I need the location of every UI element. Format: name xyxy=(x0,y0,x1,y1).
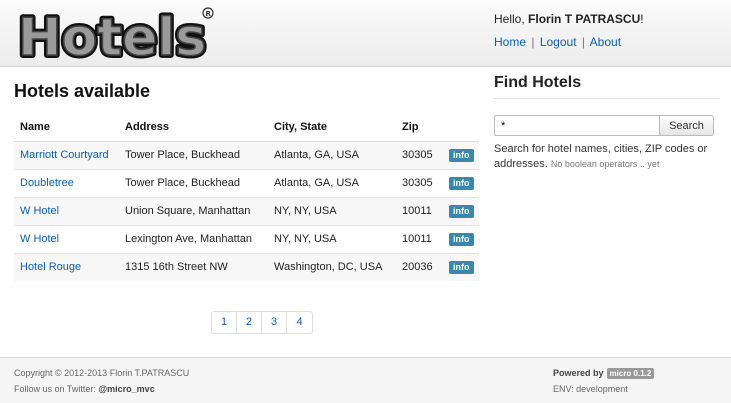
version-badge[interactable]: micro 0.1.2 xyxy=(606,368,655,379)
hotel-name-link[interactable]: Doubletree xyxy=(20,177,74,189)
nav-separator: | xyxy=(531,35,535,49)
greeting-suffix: ! xyxy=(640,12,644,26)
col-header-zip: Zip xyxy=(396,114,443,142)
page-title: Hotels available xyxy=(14,81,151,101)
info-button[interactable]: info xyxy=(449,260,474,274)
table-row: W Hotel Union Square, Manhattan NY, NY, … xyxy=(14,196,479,225)
twitter-follow: Follow us on Twitter: @micro_mvc xyxy=(14,384,155,394)
info-button[interactable]: info xyxy=(449,232,474,246)
nav-about-link[interactable]: About xyxy=(590,35,621,49)
search-button[interactable]: Search xyxy=(659,115,714,136)
svg-text:Hotels: Hotels xyxy=(18,8,206,62)
table-header-row: Name Address City, State Zip xyxy=(14,114,479,142)
hotel-zip: 30305 xyxy=(396,168,443,197)
nav-logout-link[interactable]: Logout xyxy=(540,35,577,49)
hotel-zip: 10011 xyxy=(396,224,443,253)
site-header: Hotels Hotels R Hello, Florin T PATRASCU… xyxy=(0,0,731,67)
copyright: Copyright © 2012-2013 Florin T.PATRASCU xyxy=(14,368,190,378)
hotel-address: 1315 16th Street NW xyxy=(119,252,268,281)
table-row: Hotel Rouge 1315 16th Street NW Washingt… xyxy=(14,252,479,281)
powered-by-label: Powered by xyxy=(553,368,604,378)
info-button[interactable]: info xyxy=(449,204,474,218)
col-header-address: Address xyxy=(119,114,268,142)
nav-separator: | xyxy=(581,35,585,49)
page-link-1[interactable]: 1 xyxy=(212,312,237,333)
hotel-zip: 10011 xyxy=(396,196,443,225)
col-header-name: Name xyxy=(14,114,119,142)
search-help: Search for hotel names, cities, ZIP code… xyxy=(494,142,720,172)
page-link-2[interactable]: 2 xyxy=(237,312,262,333)
table-row: Marriott Courtyard Tower Place, Buckhead… xyxy=(14,140,479,169)
info-button[interactable]: info xyxy=(449,176,474,190)
hotel-city-state: Atlanta, GA, USA xyxy=(268,168,396,197)
hotel-address: Tower Place, Buckhead xyxy=(119,140,268,169)
greeting: Hello, Florin T PATRASCU! xyxy=(494,12,644,26)
hotels-logo[interactable]: Hotels Hotels R xyxy=(12,4,217,62)
table-row: W Hotel Lexington Ave, Manhattan NY, NY,… xyxy=(14,224,479,253)
hotel-city-state: NY, NY, USA xyxy=(268,224,396,253)
greeting-prefix: Hello, xyxy=(494,12,525,26)
search-input[interactable] xyxy=(494,115,660,136)
table-row: Doubletree Tower Place, Buckhead Atlanta… xyxy=(14,168,479,197)
user-name: Florin T PATRASCU xyxy=(528,12,641,26)
info-button[interactable]: info xyxy=(449,148,474,162)
page-link-4[interactable]: 4 xyxy=(287,312,312,333)
nav-home-link[interactable]: Home xyxy=(494,35,526,49)
hotel-zip: 30305 xyxy=(396,140,443,169)
follow-prefix: Follow us on Twitter: xyxy=(14,384,96,394)
page-link-3[interactable]: 3 xyxy=(262,312,287,333)
divider xyxy=(494,98,720,99)
hotel-name-link[interactable]: W Hotel xyxy=(20,205,59,217)
hotel-city-state: Washington, DC, USA xyxy=(268,252,396,281)
find-hotels-title: Find Hotels xyxy=(494,74,582,91)
col-header-city-state: City, State xyxy=(268,114,396,142)
environment-label: ENV: development xyxy=(553,384,628,394)
search-help-note: No boolean operators .. yet xyxy=(550,159,660,169)
hotel-name-link[interactable]: Marriott Courtyard xyxy=(20,149,109,161)
twitter-handle[interactable]: @micro_mvc xyxy=(98,384,154,394)
hotels-table: Name Address City, State Zip Marriott Co… xyxy=(14,114,479,281)
hotel-address: Tower Place, Buckhead xyxy=(119,168,268,197)
hotel-zip: 20036 xyxy=(396,252,443,281)
col-header-action xyxy=(443,114,479,142)
powered-by: Powered by micro 0.1.2 xyxy=(553,368,655,379)
hotel-address: Union Square, Manhattan xyxy=(119,196,268,225)
hotel-address: Lexington Ave, Manhattan xyxy=(119,224,268,253)
hotel-city-state: NY, NY, USA xyxy=(268,196,396,225)
pagination: 1 2 3 4 xyxy=(211,311,313,334)
svg-text:R: R xyxy=(206,10,212,18)
hotel-name-link[interactable]: W Hotel xyxy=(20,233,59,245)
top-nav: Home | Logout | About xyxy=(494,35,621,49)
hotel-city-state: Atlanta, GA, USA xyxy=(268,140,396,169)
hotel-name-link[interactable]: Hotel Rouge xyxy=(20,261,81,273)
site-footer: Copyright © 2012-2013 Florin T.PATRASCU … xyxy=(0,357,731,403)
